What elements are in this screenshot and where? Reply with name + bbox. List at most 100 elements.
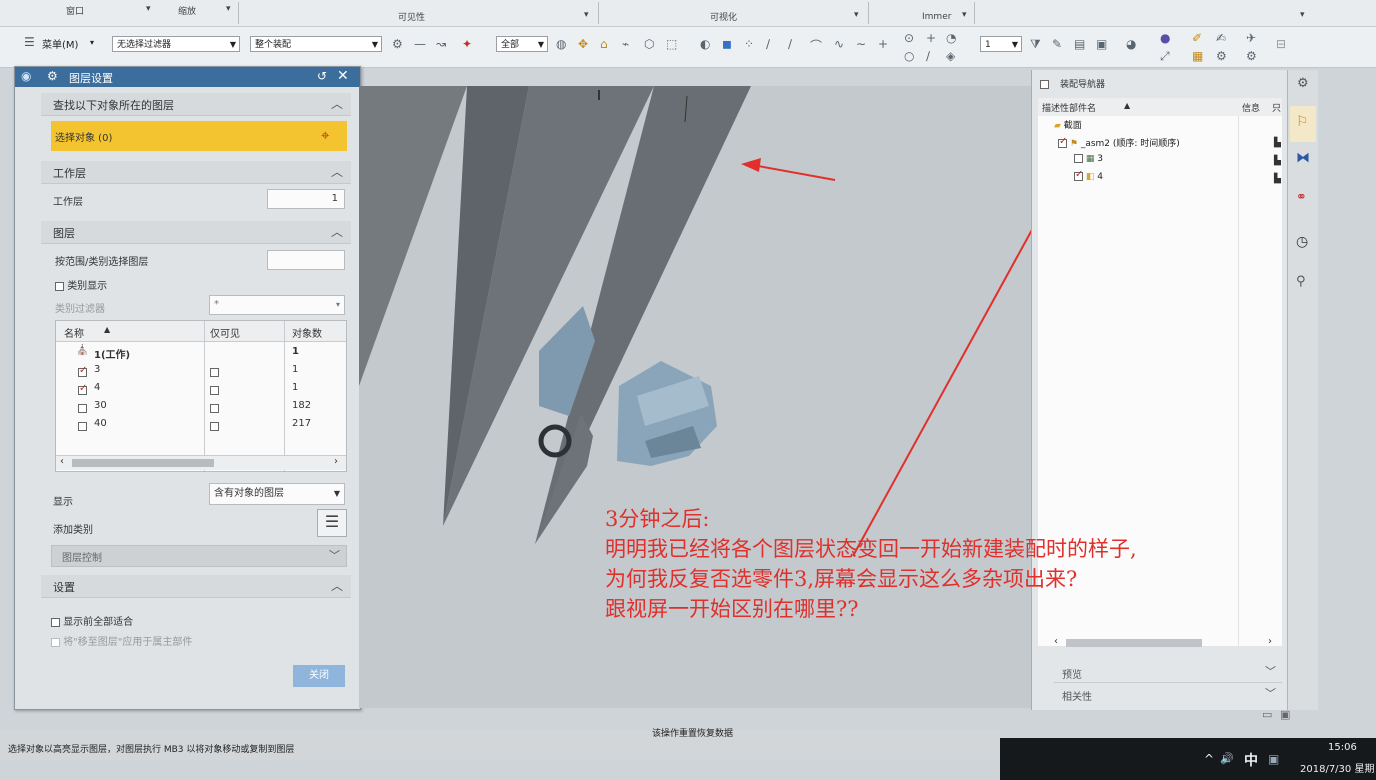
cube-icon[interactable]: ◼ [722, 37, 732, 51]
fullscreen-icon[interactable]: ▣ [1280, 708, 1290, 721]
layer-row[interactable]: 40 217 [56, 415, 346, 433]
settings-icon[interactable]: ⚙ [1216, 49, 1227, 63]
display-select[interactable]: 含有对象的图层 ▼ [209, 483, 345, 505]
scroll-right-icon[interactable]: › [334, 456, 338, 467]
col-info[interactable]: 信息 [1242, 101, 1260, 114]
checkbox[interactable] [1074, 169, 1083, 181]
volume-icon[interactable]: 🔊 [1220, 752, 1234, 765]
role-icon[interactable]: ⚲ [1296, 274, 1306, 289]
clock-time[interactable]: 15:06 [1328, 742, 1357, 753]
snap-icon[interactable]: ⚙ [392, 37, 403, 51]
plus-icon[interactable]: + [878, 37, 888, 51]
diamond-icon[interactable]: ◈ [946, 49, 955, 63]
navigator-checkbox[interactable] [1040, 77, 1049, 90]
chevron-down-icon[interactable]: ▾ [584, 10, 589, 20]
transform-icon[interactable]: ⤢ [1160, 49, 1170, 64]
menu-button[interactable]: 菜单(M) [42, 36, 78, 51]
tree-item-asm2[interactable]: ⚑ _asm2 (顺序: 时间顺序) [1058, 136, 1180, 149]
add-category-button[interactable]: ☰ [317, 509, 347, 537]
chevron-down-icon[interactable]: ▾ [226, 4, 231, 14]
history-icon[interactable]: ◷ [1296, 234, 1308, 250]
fit-all-checkbox[interactable]: 显示前全部适合 [51, 613, 133, 628]
sort-up-icon[interactable]: ▲ [104, 325, 110, 334]
line-tool-icon[interactable]: ∕ [926, 49, 930, 63]
chevron-down-icon[interactable]: ▾ [962, 10, 967, 20]
select-face-icon[interactable]: ⌂ [600, 37, 608, 51]
window-icon[interactable]: ▣ [1096, 37, 1107, 51]
circle-icon[interactable]: ○ [904, 49, 914, 63]
col-part-name[interactable]: 描述性部件名 [1042, 101, 1096, 114]
category-display-checkbox[interactable]: 类别显示 [55, 277, 107, 292]
find-section-header[interactable]: 查找以下对象所在的图层 ︿ [41, 93, 351, 116]
layer-icon[interactable]: ▤ [1074, 37, 1085, 51]
scroll-left-icon[interactable]: ‹ [1054, 636, 1058, 647]
type-filter-select[interactable]: 无选择过滤器 ▼ [112, 36, 240, 52]
grid-icon[interactable]: ⊟ [1276, 37, 1286, 51]
layer-number-select[interactable]: 1 ▼ [980, 36, 1022, 52]
edit-icon[interactable]: ✍ [1216, 31, 1226, 45]
work-layer-input[interactable]: 1 [267, 189, 345, 209]
select-icon[interactable]: ✥ [578, 37, 588, 51]
spline-icon[interactable]: ∼ [856, 37, 866, 51]
gear-icon[interactable]: ⚙ [1246, 49, 1257, 63]
plus-icon[interactable]: + [926, 31, 936, 45]
point-icon[interactable]: ⁘ [744, 37, 754, 51]
clock-date[interactable]: 2018/7/30 星期 [1300, 760, 1374, 775]
filter-all-select[interactable]: 全部 ▼ [496, 36, 548, 52]
quadrant-icon[interactable]: ◔ [946, 31, 956, 45]
pin-icon[interactable]: ✈ [1246, 31, 1256, 45]
filter-icon[interactable]: ⧩ [1030, 37, 1041, 52]
layer-control-header[interactable]: 图层控制 ﹀ [51, 545, 347, 567]
navigator-title-bar[interactable]: 装配导航器 [1032, 74, 1287, 92]
chevron-down-icon[interactable]: ▾ [1300, 10, 1305, 20]
horizontal-scrollbar[interactable]: ‹ › [1054, 636, 1278, 650]
apply-owner-checkbox[interactable]: 将"移至图层"应用于属主部件 [51, 633, 192, 648]
layer-section-header[interactable]: 图层 ︿ [41, 221, 351, 244]
part-navigator-tab[interactable]: ⚐ [1290, 106, 1316, 142]
sort-up-icon[interactable]: ▲ [1124, 101, 1130, 110]
ribbon-group-window[interactable]: 窗口 [66, 4, 84, 17]
scroll-left-icon[interactable]: ‹ [60, 456, 64, 467]
ime-indicator[interactable]: 中 [1244, 750, 1258, 770]
scroll-right-icon[interactable]: › [1268, 636, 1272, 647]
col-visible-only[interactable]: 仅可见 [210, 325, 240, 340]
horizontal-scrollbar[interactable]: ‹ › [56, 455, 346, 470]
col-name[interactable]: 名称 [64, 325, 84, 340]
line-tool-icon[interactable]: ∕ [766, 37, 770, 51]
ribbon-group-visualization[interactable]: 可视化 [710, 10, 737, 23]
range-select-input[interactable] [267, 250, 345, 270]
material-icon[interactable]: ▦ [1192, 49, 1203, 63]
select-edge-icon[interactable]: ⌁ [622, 37, 629, 51]
ribbon-group-zoom[interactable]: 缩放 [178, 4, 196, 17]
circle-point-icon[interactable]: ⊙ [904, 31, 914, 45]
color-icon[interactable]: ◕ [1126, 37, 1136, 51]
gear-icon[interactable]: ⚙ [1297, 76, 1309, 91]
layer-row[interactable]: 30 182 [56, 397, 346, 415]
tree-item-part-3[interactable]: ▦ 3 [1074, 154, 1103, 164]
scrollbar-thumb[interactable] [1066, 639, 1202, 647]
scrollbar-thumb[interactable] [72, 459, 214, 467]
tree-item-part-4[interactable]: ◧ 4 [1074, 169, 1103, 182]
constraint-navigator-icon[interactable]: ⚭ [1296, 190, 1307, 205]
layer-row[interactable]: 3 1 [56, 361, 346, 379]
curve-icon[interactable]: ↝ [436, 37, 446, 51]
preview-section-header[interactable]: 预览 ﹀ [1054, 662, 1282, 683]
checkbox[interactable] [1074, 154, 1083, 163]
shaded-icon[interactable]: ◐ [700, 37, 710, 51]
crosshair-icon[interactable]: ⌖ [321, 126, 329, 144]
brush-icon[interactable]: ✎ [1052, 37, 1062, 51]
dialog-title-bar[interactable]: ◉ ⚙ 图层设置 ↺ ✕ [15, 67, 360, 87]
globe-icon[interactable]: ◍ [556, 37, 566, 51]
layer-row[interactable]: 4 1 [56, 379, 346, 397]
dependency-section-header[interactable]: 相关性 ﹀ [1054, 684, 1282, 704]
close-button[interactable]: 关闭 [293, 665, 345, 687]
chevron-up-icon[interactable]: ^ [1204, 752, 1214, 766]
assembly-navigator-icon[interactable]: ⧓ [1296, 150, 1310, 166]
reset-icon[interactable]: ↺ [317, 69, 327, 83]
select-object-row[interactable]: 选择对象 (0) ⌖ [51, 121, 347, 151]
chevron-down-icon[interactable]: ▾ [854, 10, 859, 20]
tree-item-section[interactable]: ▰ 截面 [1054, 118, 1082, 131]
ribbon-group-visibility[interactable]: 可见性 [398, 10, 425, 23]
notification-icon[interactable]: ▣ [1268, 752, 1279, 766]
col-object-count[interactable]: 对象数 [292, 325, 322, 340]
